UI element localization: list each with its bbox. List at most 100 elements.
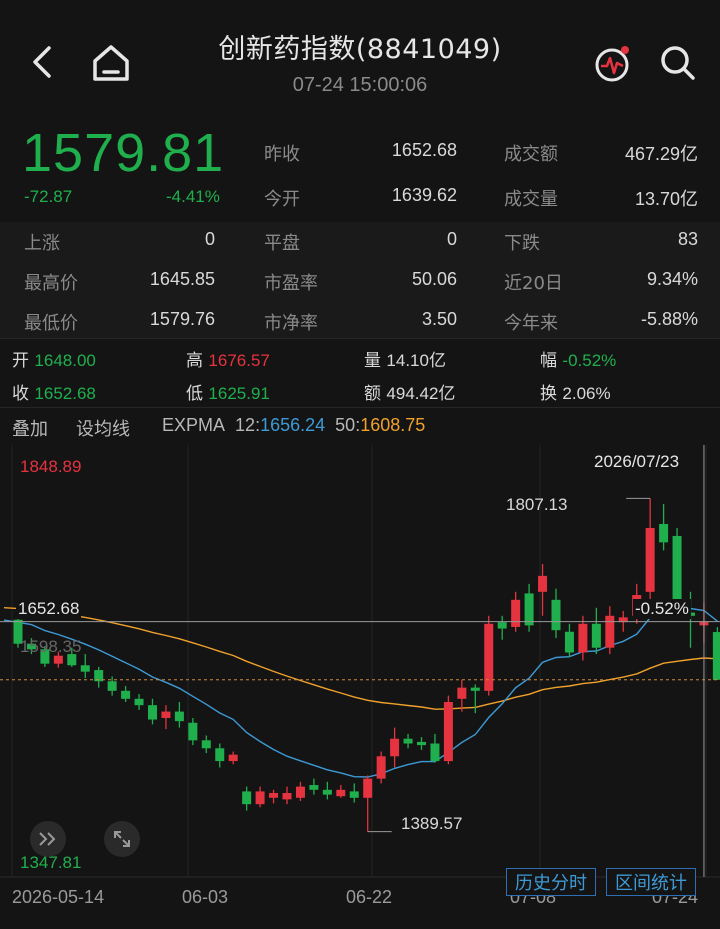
high-label: 最高价 (24, 273, 78, 294)
candle-body (121, 690, 131, 699)
candle-body (457, 687, 467, 699)
candle (174, 702, 184, 728)
candle (376, 751, 386, 784)
back-button[interactable] (20, 40, 64, 84)
turnover-value: 467.29亿 (624, 144, 698, 164)
candle (457, 679, 467, 712)
pb-label: 市净率 (264, 313, 318, 334)
candle-body (484, 623, 494, 691)
candle (578, 615, 588, 661)
market-pulse-button[interactable] (588, 40, 636, 86)
expand-left-button[interactable] (30, 821, 66, 857)
candle-body (605, 615, 615, 648)
up-count-label: 上涨 (24, 233, 60, 254)
candle-turnover-rate: 换 2.06% (540, 384, 611, 404)
candle (255, 786, 265, 808)
set-ma-button[interactable]: 设均线 (76, 415, 130, 441)
home-button[interactable] (86, 40, 136, 86)
page-title: 创新药指数(8841049) (218, 34, 502, 65)
chevron-left-icon (33, 46, 51, 78)
low-marker-label: 1389.57 (401, 814, 463, 833)
low-label: 最低价 (24, 313, 78, 334)
home-icon (93, 45, 129, 81)
overlay-button[interactable]: 叠加 (12, 415, 48, 441)
candle (349, 783, 359, 803)
candle-high: 高 1676.57 (186, 351, 270, 371)
candle-body (309, 785, 319, 790)
candle (659, 504, 669, 551)
candle-body (443, 702, 453, 762)
d20-label: 近20日 (504, 273, 563, 294)
price-change-pct: -4.41% (166, 187, 220, 206)
candle-body (148, 705, 157, 720)
search-button[interactable] (654, 40, 702, 86)
up-count-value: 0 (204, 229, 215, 249)
candle (201, 735, 211, 754)
candle (282, 786, 292, 805)
d20-value: 9.34% (646, 269, 698, 289)
high-value: 1645.85 (149, 269, 215, 289)
down-count-label: 下跌 (504, 233, 540, 254)
y-max-label: 1848.89 (20, 457, 82, 476)
candle (538, 563, 548, 616)
candle (161, 705, 171, 730)
candle-body (363, 778, 373, 798)
candle (645, 498, 655, 600)
x-tick-label: 06-03 (182, 887, 229, 907)
candle-body (430, 743, 440, 762)
candle (148, 698, 157, 725)
candle (121, 686, 131, 703)
candle-body (322, 789, 332, 795)
candles (13, 498, 720, 832)
candle (390, 727, 400, 768)
candle-body (215, 748, 225, 762)
mid-price-label: 1598.35 (20, 637, 82, 656)
x-tick-label: 2026-05-14 (12, 887, 105, 907)
flat-count-label: 平盘 (264, 233, 300, 254)
candle (551, 588, 561, 639)
candle (430, 733, 440, 763)
double-chevron-right-icon (39, 832, 56, 846)
kline-chart[interactable]: 1848.89 1347.81 1598.35 1652.68 -0.52% 2… (0, 445, 720, 929)
candle-body (282, 793, 292, 800)
candle-body (336, 789, 346, 797)
divider (0, 338, 720, 339)
divider (0, 407, 720, 408)
candle (80, 654, 90, 679)
candle-body (497, 622, 507, 629)
expma-indicator[interactable]: EXPMA 12:1656.24 50:1608.75 (162, 415, 425, 436)
kline-chart-svg[interactable] (0, 445, 720, 929)
candle-body (712, 632, 720, 680)
candle-body (390, 738, 400, 757)
open-label: 今开 (264, 189, 300, 210)
header: 创新药指数(8841049) 07-24 15:00:06 (0, 0, 720, 110)
candle-body (511, 599, 521, 627)
candle-body (174, 711, 184, 722)
candle (215, 743, 225, 768)
pe-value: 50.06 (411, 269, 457, 289)
quote-datetime: 07-24 15:00:06 (292, 74, 428, 96)
candle (269, 789, 279, 804)
candle-volume: 量 14.10亿 (364, 351, 446, 371)
turnover-label: 成交额 (504, 144, 558, 165)
candle-body (161, 711, 171, 718)
candle-body (578, 623, 588, 653)
search-icon (661, 46, 695, 80)
candle-body (538, 575, 548, 592)
down-count-value: 83 (677, 229, 698, 249)
ema50-value: 1608.75 (360, 415, 426, 435)
candle (94, 666, 104, 688)
fullscreen-button[interactable] (104, 821, 140, 857)
range-stats-button[interactable]: 区间统计 (606, 868, 696, 896)
open-value: 1639.62 (391, 185, 457, 205)
candle-body (564, 631, 574, 653)
candle (322, 781, 332, 800)
candle-body (645, 527, 655, 592)
ytd-value: -5.88% (640, 309, 698, 329)
candle-body (134, 698, 144, 706)
candle-body (242, 791, 252, 805)
ref-price-label: 1652.68 (16, 599, 82, 619)
candle (188, 717, 198, 746)
history-intraday-button[interactable]: 历史分时 (506, 868, 596, 896)
candle (443, 695, 453, 765)
